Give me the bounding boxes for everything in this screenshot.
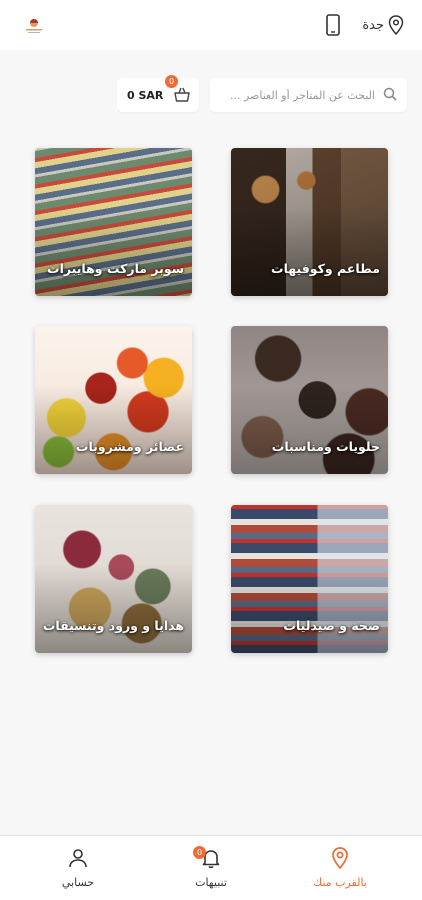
nav-account[interactable]: حسابي	[38, 846, 118, 889]
notification-badge: 0	[193, 846, 206, 859]
category-restaurants-cafes[interactable]: مطاعم وكوفيهات	[231, 148, 388, 296]
bottom-navigation: بالقرب منك 0 تنبيهات حسابي	[0, 835, 422, 900]
category-label: عصائر ومشروبات	[75, 439, 184, 454]
category-label: هدايا و ورود وتنسيقات	[42, 618, 184, 633]
cart-total: 0 SAR	[127, 88, 164, 102]
top-bar: جدة	[0, 0, 422, 50]
basket-icon	[173, 86, 191, 104]
category-label: سوبر ماركت وهايبرات	[47, 261, 184, 276]
category-gifts-flowers[interactable]: هدايا و ورود وتنسيقات	[35, 505, 192, 653]
nav-label: حسابي	[61, 876, 95, 889]
category-label: حلويات ومناسبات	[271, 439, 380, 454]
location-pin-icon	[388, 15, 404, 36]
search-bar	[210, 78, 407, 112]
category-juices-drinks[interactable]: عصائر ومشروبات	[35, 326, 192, 474]
nav-notifications[interactable]: 0 تنبيهات	[171, 846, 251, 889]
user-icon	[38, 846, 118, 870]
location-pin-icon	[300, 846, 380, 870]
nav-label: بالقرب منك	[313, 876, 367, 889]
phone-icon[interactable]	[326, 14, 340, 36]
search-icon	[375, 86, 397, 105]
city-label: جدة	[362, 17, 384, 33]
search-input[interactable]	[220, 88, 375, 102]
category-label: صحة و صيدليات	[283, 618, 380, 633]
city-selector[interactable]: جدة	[362, 14, 404, 36]
app-logo[interactable]	[22, 14, 46, 38]
nav-label: تنبيهات	[195, 876, 227, 889]
cart-button[interactable]: 0 SAR 0	[117, 75, 199, 112]
bell-icon	[171, 846, 251, 870]
category-supermarket[interactable]: سوبر ماركت وهايبرات	[35, 148, 192, 296]
category-sweets-occasions[interactable]: حلويات ومناسبات	[231, 326, 388, 474]
nav-nearby[interactable]: بالقرب منك	[300, 846, 380, 889]
category-label: مطاعم وكوفيهات	[271, 261, 380, 276]
category-health-pharmacies[interactable]: صحة و صيدليات	[231, 505, 388, 653]
